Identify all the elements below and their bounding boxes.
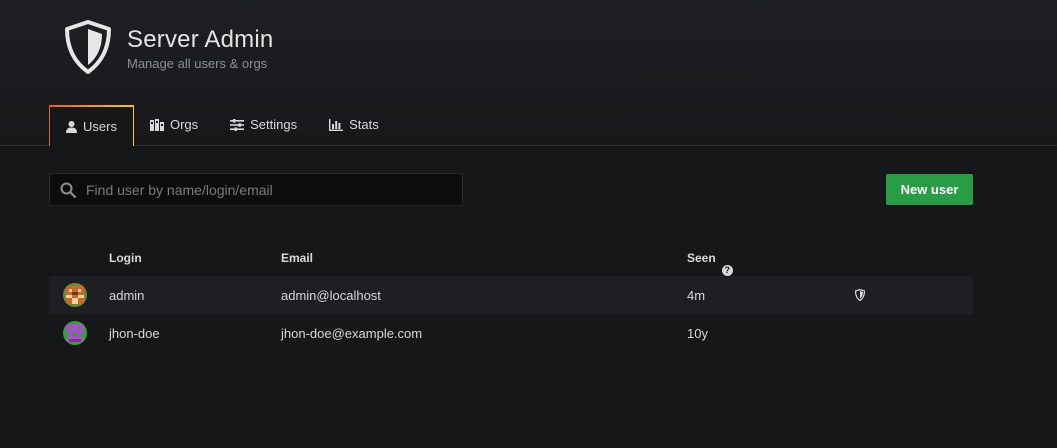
tab-orgs-label: Orgs: [169, 117, 199, 132]
search-box: [49, 173, 463, 206]
user-icon: [66, 120, 77, 133]
avatar: [63, 321, 87, 345]
tab-users[interactable]: Users: [49, 105, 134, 146]
tab-stats-label: Stats: [349, 117, 379, 132]
users-table: Login Email Seen? admin admin@localhost …: [49, 240, 973, 352]
table-row[interactable]: jhon-doe jhon-doe@example.com 10y: [49, 314, 973, 352]
page-subtitle: Manage all users & orgs: [127, 56, 268, 71]
column-header-seen-label[interactable]: Seen: [687, 251, 716, 265]
user-login[interactable]: jhon-doe: [109, 326, 160, 341]
table-row[interactable]: admin admin@localhost 4m: [49, 276, 973, 314]
column-header-seen: Seen?: [687, 251, 733, 276]
tab-users-label: Users: [83, 119, 117, 134]
page-header: Server Admin Manage all users & orgs Use…: [0, 0, 1057, 146]
user-seen: 4m: [687, 288, 706, 303]
help-icon[interactable]: ?: [721, 265, 733, 276]
table-header: Login Email Seen?: [49, 240, 973, 276]
shield-icon: [65, 20, 111, 74]
user-login[interactable]: admin: [109, 288, 144, 303]
avatar: [63, 283, 87, 307]
tab-stats[interactable]: Stats: [313, 105, 395, 144]
search-input[interactable]: [84, 180, 448, 199]
user-seen: 10y: [687, 326, 708, 341]
tab-settings[interactable]: Settings: [214, 105, 313, 144]
user-email[interactable]: jhon-doe@example.com: [281, 326, 422, 341]
bar-chart-icon: [329, 118, 344, 131]
column-header-login[interactable]: Login: [109, 251, 142, 265]
page-title: Server Admin: [127, 26, 274, 53]
building-icon: [149, 118, 164, 131]
sliders-icon: [230, 118, 245, 131]
tab-settings-label: Settings: [250, 117, 298, 132]
tab-bar: Users Orgs Settings Stats: [49, 105, 395, 146]
tab-orgs[interactable]: Orgs: [134, 105, 214, 144]
new-user-button[interactable]: New user: [886, 174, 973, 205]
search-icon: [60, 182, 76, 198]
user-email[interactable]: admin@localhost: [281, 288, 381, 303]
admin-shield-icon: [854, 288, 866, 304]
column-header-email[interactable]: Email: [281, 251, 313, 265]
